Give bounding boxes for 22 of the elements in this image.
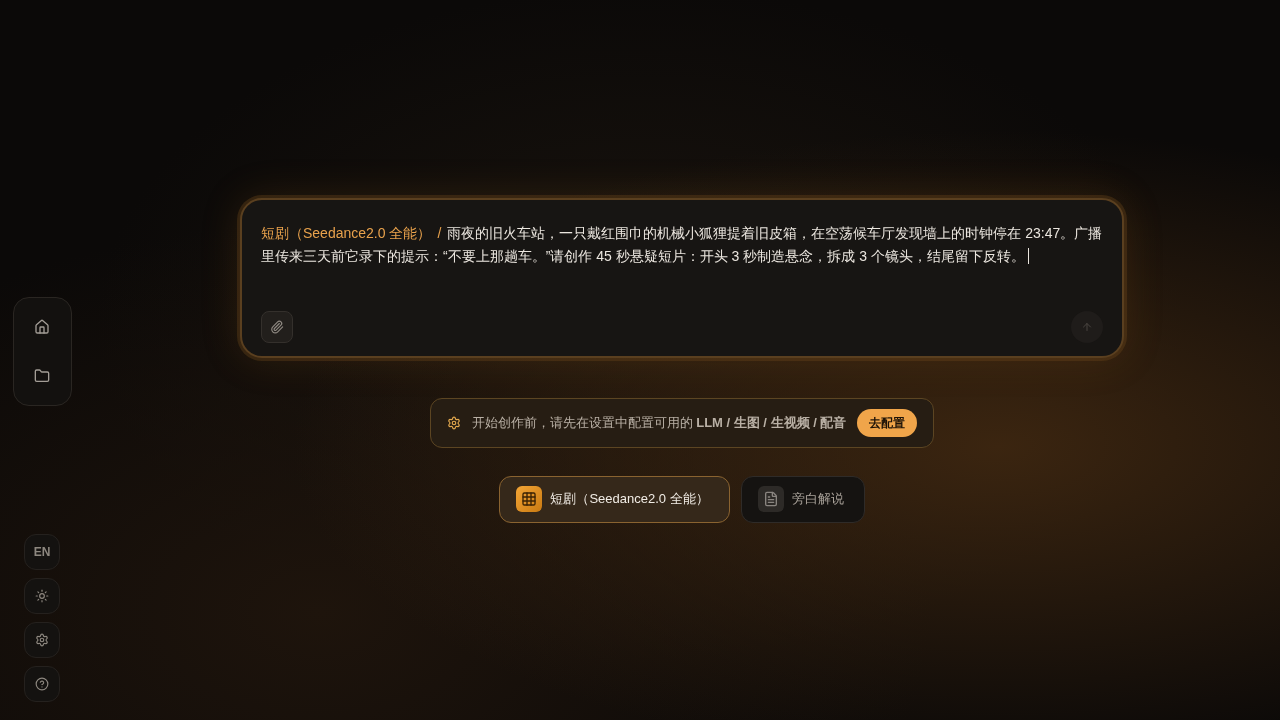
configure-button[interactable]: 去配置	[857, 408, 918, 437]
mode-option[interactable]: 短剧（Seedance2.0 全能）	[499, 475, 730, 523]
settings-button[interactable]	[24, 622, 60, 658]
text-cursor-icon	[1027, 247, 1029, 264]
arrow-up-icon	[1081, 320, 1093, 333]
document-icon	[762, 491, 779, 507]
sun-icon	[35, 589, 49, 603]
folder-icon	[34, 367, 50, 384]
mode-option[interactable]: 旁白解说	[740, 475, 865, 523]
grid-icon	[521, 491, 538, 507]
help-button[interactable]	[24, 666, 60, 702]
notice-text: 开始创作前，请先在设置中配置可用的 LLM / 生图 / 生视频 / 配音	[471, 413, 847, 432]
home-icon	[34, 318, 50, 335]
settings-icon	[35, 633, 49, 647]
settings-icon	[446, 415, 461, 430]
prompt-input[interactable]: 短剧（Seedance2.0 全能） / 雨夜的旧火车站，一只戴红围巾的机械小狐狸提着旧皮箱，在空荡候车厅发现墙上的时钟停在 23:47。广播里传来三天前它录下的提示：“不要上那趟车。”请创作 45 秒悬疑短片：开头 3 秒制造悬念，拆成 3 个镜头，结尾留下反转。	[261, 221, 1103, 268]
help-icon	[35, 677, 49, 691]
attach-button[interactable]	[261, 310, 293, 343]
mode-tag[interactable]: 短剧（Seedance2.0 全能）	[261, 224, 432, 241]
theme-button[interactable]	[24, 578, 60, 614]
paperclip-icon	[270, 319, 284, 334]
language-button[interactable]: EN	[24, 534, 60, 570]
